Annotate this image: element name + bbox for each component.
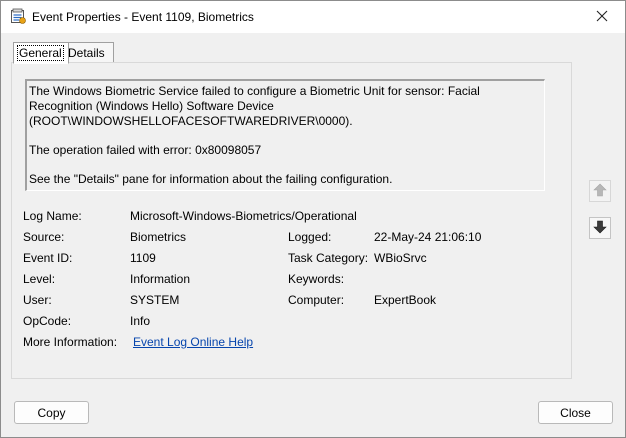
event-viewer-icon (10, 8, 26, 24)
tab-details-label: Details (68, 45, 105, 60)
window-title: Event Properties - Event 1109, Biometric… (32, 10, 254, 24)
next-event-button[interactable] (589, 217, 611, 239)
computer-value[interactable]: ExpertBook (374, 293, 436, 307)
tab-general-label: General (17, 45, 64, 61)
close-button-label: Close (560, 405, 591, 420)
event-log-online-help-link[interactable]: Event Log Online Help (133, 335, 253, 349)
user-label: User: (23, 293, 52, 307)
tab-details[interactable]: Details (64, 42, 114, 63)
description-line-1: The Windows Biometric Service failed to … (29, 84, 480, 128)
event-id-label: Event ID: (23, 251, 73, 265)
event-id-value[interactable]: 1109 (130, 251, 156, 265)
previous-event-button[interactable] (589, 180, 611, 202)
arrow-up-icon (593, 183, 607, 200)
event-description[interactable]: The Windows Biometric Service failed to … (25, 79, 545, 191)
level-value[interactable]: Information (130, 272, 190, 286)
task-category-label: Task Category: (288, 251, 369, 265)
task-category-value[interactable]: WBioSrvc (374, 251, 427, 265)
source-label: Source: (23, 230, 65, 244)
title-bar: Event Properties - Event 1109, Biometric… (1, 1, 625, 33)
log-name-label: Log Name: (23, 209, 82, 223)
level-label: Level: (23, 272, 56, 286)
close-button[interactable]: Close (538, 401, 613, 424)
logged-label: Logged: (288, 230, 332, 244)
arrow-down-icon (593, 220, 607, 237)
user-value[interactable]: SYSTEM (130, 293, 179, 307)
logged-value[interactable]: 22-May-24 21:06:10 (374, 230, 481, 244)
description-line-2: The operation failed with error: 0x80098… (29, 143, 262, 157)
opcode-value[interactable]: Info (130, 314, 150, 328)
copy-button[interactable]: Copy (14, 401, 89, 424)
more-information-label: More Information: (23, 335, 118, 349)
description-line-3: See the "Details" pane for information a… (29, 172, 393, 186)
opcode-label: OpCode: (23, 314, 72, 328)
computer-label: Computer: (288, 293, 345, 307)
close-icon (596, 10, 608, 25)
keywords-label: Keywords: (288, 272, 345, 286)
close-window-button[interactable] (579, 1, 625, 33)
log-name-value[interactable]: Microsoft-Windows-Biometrics/Operational (130, 209, 357, 223)
event-properties-window: Event Properties - Event 1109, Biometric… (0, 0, 626, 438)
tab-general[interactable]: General (13, 42, 69, 64)
general-panel: The Windows Biometric Service failed to … (11, 62, 572, 379)
copy-button-label: Copy (37, 405, 66, 420)
source-value[interactable]: Biometrics (130, 230, 186, 244)
